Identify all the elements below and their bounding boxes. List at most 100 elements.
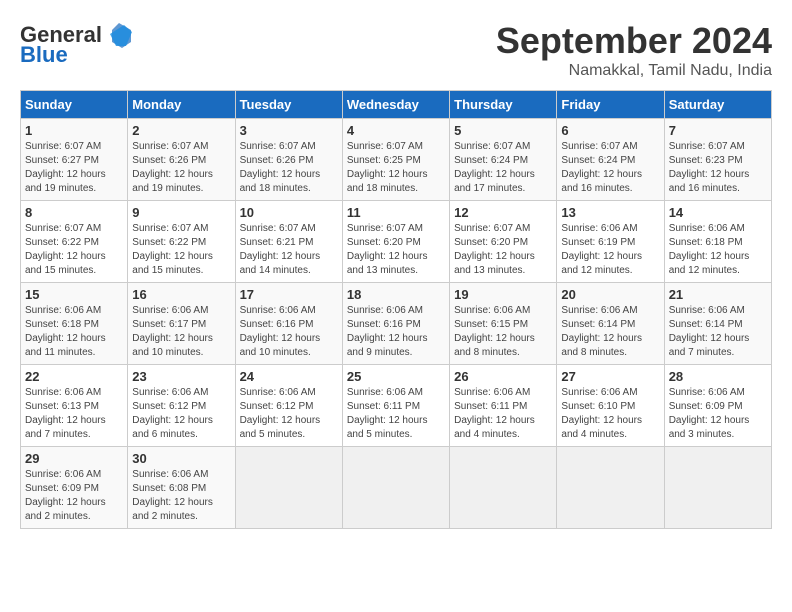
- calendar-cell-25: 25 Sunrise: 6:06 AM Sunset: 6:11 PM Dayli…: [342, 365, 449, 447]
- day-info-16: Sunrise: 6:06 AM Sunset: 6:17 PM Dayligh…: [132, 304, 230, 360]
- day-header-friday: Friday: [557, 91, 664, 119]
- calendar-cell-18: 18Sunrise: 6:06 AM Sunset: 6:16 PM Dayli…: [342, 283, 449, 365]
- title-area: September 2024 Namakkal, Tamil Nadu, Ind…: [496, 20, 772, 80]
- day-number-11: 11: [347, 205, 445, 220]
- calendar-cell-17: 17Sunrise: 6:06 AM Sunset: 6:16 PM Dayli…: [235, 283, 342, 365]
- day-header-saturday: Saturday: [664, 91, 771, 119]
- calendar-cell-29: 29Sunrise: 6:06 AM Sunset: 6:09 PM Dayli…: [21, 447, 128, 529]
- day-number-22: 22: [25, 369, 123, 384]
- calendar-cell-9: 9 Sunrise: 6:07 AM Sunset: 6:22 PM Daylig…: [128, 201, 235, 283]
- day-info-10: Sunrise: 6:07 AM Sunset: 6:21 PM Dayligh…: [240, 222, 338, 278]
- calendar-table: SundayMondayTuesdayWednesdayThursdayFrid…: [20, 90, 772, 529]
- location: Namakkal, Tamil Nadu, India: [496, 62, 772, 80]
- calendar-cell-11: 11Sunrise: 6:07 AM Sunset: 6:20 PM Dayli…: [342, 201, 449, 283]
- calendar-cell-13: 13 Sunrise: 6:06 AM Sunset: 6:19 PM Dayli…: [557, 201, 664, 283]
- day-number-29: 29: [25, 451, 123, 466]
- day-header-thursday: Thursday: [450, 91, 557, 119]
- calendar-cell-6: 6 Sunrise: 6:07 AM Sunset: 6:24 PM Daylig…: [557, 119, 664, 201]
- day-number-13: 13: [561, 205, 659, 220]
- day-number-28: 28: [669, 369, 767, 384]
- day-number-16: 16: [132, 287, 230, 302]
- calendar-cell-8: 8 Sunrise: 6:07 AM Sunset: 6:22 PM Daylig…: [21, 201, 128, 283]
- calendar-cell-empty-3-3: [342, 447, 449, 529]
- calendar-cell-20: 20 Sunrise: 6:06 AM Sunset: 6:14 PM Dayli…: [557, 283, 664, 365]
- day-info-2: Sunrise: 6:07 AM Sunset: 6:26 PM Dayligh…: [132, 140, 230, 196]
- day-info-20: Sunrise: 6:06 AM Sunset: 6:14 PM Dayligh…: [561, 304, 659, 360]
- day-info-23: Sunrise: 6:06 AM Sunset: 6:12 PM Dayligh…: [132, 386, 230, 442]
- day-number-23: 23: [132, 369, 230, 384]
- day-number-27: 27: [561, 369, 659, 384]
- day-number-21: 21: [669, 287, 767, 302]
- day-number-10: 10: [240, 205, 338, 220]
- calendar-header-row: SundayMondayTuesdayWednesdayThursdayFrid…: [21, 91, 772, 119]
- day-number-14: 14: [669, 205, 767, 220]
- calendar-cell-4: 4 Sunrise: 6:07 AM Sunset: 6:25 PM Daylig…: [342, 119, 449, 201]
- calendar-cell-empty-3-2: [235, 447, 342, 529]
- day-number-7: 7: [669, 123, 767, 138]
- day-number-26: 26: [454, 369, 552, 384]
- day-number-12: 12: [454, 205, 552, 220]
- calendar-cell-30: 30 Sunrise: 6:06 AM Sunset: 6:08 PM Dayli…: [128, 447, 235, 529]
- calendar-cell-12: 12 Sunrise: 6:07 AM Sunset: 6:20 PM Dayli…: [450, 201, 557, 283]
- day-info-3: Sunrise: 6:07 AM Sunset: 6:26 PM Dayligh…: [240, 140, 338, 196]
- day-info-27: Sunrise: 6:06 AM Sunset: 6:10 PM Dayligh…: [561, 386, 659, 442]
- day-info-17: Sunrise: 6:06 AM Sunset: 6:16 PM Dayligh…: [240, 304, 338, 360]
- month-title: September 2024: [496, 20, 772, 62]
- day-info-25: Sunrise: 6:06 AM Sunset: 6:11 PM Dayligh…: [347, 386, 445, 442]
- day-info-15: Sunrise: 6:06 AM Sunset: 6:18 PM Dayligh…: [25, 304, 123, 360]
- page-header: General Blue September 2024 Namakkal, Ta…: [20, 20, 772, 80]
- day-info-1: Sunrise: 6:07 AM Sunset: 6:27 PM Dayligh…: [25, 140, 123, 196]
- day-info-18: Sunrise: 6:06 AM Sunset: 6:16 PM Dayligh…: [347, 304, 445, 360]
- calendar-cell-5: 5Sunrise: 6:07 AM Sunset: 6:24 PM Daylig…: [450, 119, 557, 201]
- calendar-cell-27: 27 Sunrise: 6:06 AM Sunset: 6:10 PM Dayli…: [557, 365, 664, 447]
- calendar-week-1: 1 Sunrise: 6:07 AM Sunset: 6:27 PM Daylig…: [21, 119, 772, 201]
- day-number-30: 30: [132, 451, 230, 466]
- day-number-4: 4: [347, 123, 445, 138]
- calendar-cell-23: 23 Sunrise: 6:06 AM Sunset: 6:12 PM Dayli…: [128, 365, 235, 447]
- logo: General Blue: [20, 20, 134, 68]
- calendar-cell-3: 3 Sunrise: 6:07 AM Sunset: 6:26 PM Daylig…: [235, 119, 342, 201]
- day-number-24: 24: [240, 369, 338, 384]
- day-info-9: Sunrise: 6:07 AM Sunset: 6:22 PM Dayligh…: [132, 222, 230, 278]
- calendar-cell-19: 19 Sunrise: 6:06 AM Sunset: 6:15 PM Dayli…: [450, 283, 557, 365]
- calendar-week-3: 15 Sunrise: 6:06 AM Sunset: 6:18 PM Dayli…: [21, 283, 772, 365]
- day-info-6: Sunrise: 6:07 AM Sunset: 6:24 PM Dayligh…: [561, 140, 659, 196]
- day-number-19: 19: [454, 287, 552, 302]
- calendar-cell-empty-3-6: [664, 447, 771, 529]
- logo-blue: Blue: [20, 42, 68, 68]
- day-header-sunday: Sunday: [21, 91, 128, 119]
- day-info-19: Sunrise: 6:06 AM Sunset: 6:15 PM Dayligh…: [454, 304, 552, 360]
- day-number-8: 8: [25, 205, 123, 220]
- calendar-cell-10: 10 Sunrise: 6:07 AM Sunset: 6:21 PM Dayli…: [235, 201, 342, 283]
- day-info-13: Sunrise: 6:06 AM Sunset: 6:19 PM Dayligh…: [561, 222, 659, 278]
- calendar-week-2: 8 Sunrise: 6:07 AM Sunset: 6:22 PM Daylig…: [21, 201, 772, 283]
- day-number-25: 25: [347, 369, 445, 384]
- calendar-cell-24: 24Sunrise: 6:06 AM Sunset: 6:12 PM Dayli…: [235, 365, 342, 447]
- day-header-monday: Monday: [128, 91, 235, 119]
- day-number-6: 6: [561, 123, 659, 138]
- calendar-cell-empty-3-5: [557, 447, 664, 529]
- day-info-4: Sunrise: 6:07 AM Sunset: 6:25 PM Dayligh…: [347, 140, 445, 196]
- day-info-12: Sunrise: 6:07 AM Sunset: 6:20 PM Dayligh…: [454, 222, 552, 278]
- calendar-cell-22: 22 Sunrise: 6:06 AM Sunset: 6:13 PM Dayli…: [21, 365, 128, 447]
- calendar-week-4: 22 Sunrise: 6:06 AM Sunset: 6:13 PM Dayli…: [21, 365, 772, 447]
- day-number-9: 9: [132, 205, 230, 220]
- calendar-week-5: 29Sunrise: 6:06 AM Sunset: 6:09 PM Dayli…: [21, 447, 772, 529]
- day-info-22: Sunrise: 6:06 AM Sunset: 6:13 PM Dayligh…: [25, 386, 123, 442]
- day-number-15: 15: [25, 287, 123, 302]
- day-info-28: Sunrise: 6:06 AM Sunset: 6:09 PM Dayligh…: [669, 386, 767, 442]
- day-number-2: 2: [132, 123, 230, 138]
- calendar-cell-26: 26 Sunrise: 6:06 AM Sunset: 6:11 PM Dayli…: [450, 365, 557, 447]
- day-info-7: Sunrise: 6:07 AM Sunset: 6:23 PM Dayligh…: [669, 140, 767, 196]
- day-info-5: Sunrise: 6:07 AM Sunset: 6:24 PM Dayligh…: [454, 140, 552, 196]
- day-info-8: Sunrise: 6:07 AM Sunset: 6:22 PM Dayligh…: [25, 222, 123, 278]
- day-info-26: Sunrise: 6:06 AM Sunset: 6:11 PM Dayligh…: [454, 386, 552, 442]
- calendar-cell-empty-3-4: [450, 447, 557, 529]
- calendar-cell-16: 16 Sunrise: 6:06 AM Sunset: 6:17 PM Dayli…: [128, 283, 235, 365]
- day-header-wednesday: Wednesday: [342, 91, 449, 119]
- day-number-20: 20: [561, 287, 659, 302]
- day-number-3: 3: [240, 123, 338, 138]
- day-number-1: 1: [25, 123, 123, 138]
- day-info-14: Sunrise: 6:06 AM Sunset: 6:18 PM Dayligh…: [669, 222, 767, 278]
- day-info-30: Sunrise: 6:06 AM Sunset: 6:08 PM Dayligh…: [132, 468, 230, 524]
